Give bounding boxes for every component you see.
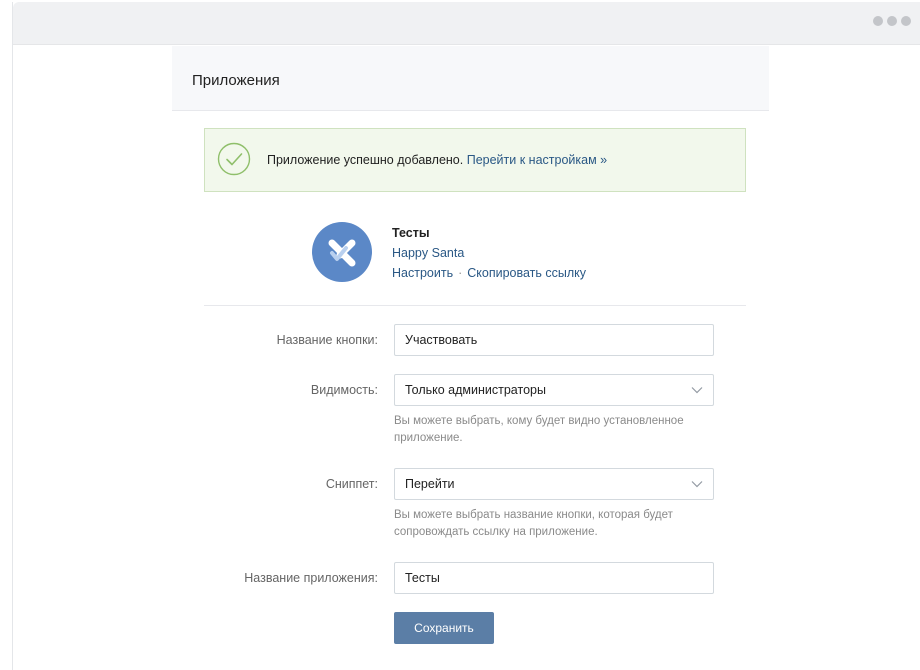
- window-titlebar: [13, 2, 920, 45]
- app-title: Тесты: [392, 226, 430, 240]
- button-name-input[interactable]: [394, 324, 714, 356]
- app-logo-icon: [312, 222, 372, 282]
- copy-link[interactable]: Скопировать ссылку: [467, 266, 586, 280]
- snippet-hint: Вы можете выбрать название кнопки, котор…: [394, 509, 673, 538]
- app-actions: Настроить · Скопировать ссылку: [392, 266, 586, 280]
- save-button[interactable]: Сохранить: [394, 612, 494, 644]
- link-separator: ·: [458, 266, 463, 280]
- dot: [887, 16, 897, 26]
- snippet-select[interactable]: Перейти: [394, 468, 714, 500]
- configure-link[interactable]: Настроить: [392, 266, 453, 280]
- alert-text: Приложение успешно добавлено.: [267, 153, 464, 167]
- chevron-down-icon: [691, 387, 703, 394]
- go-to-settings-link[interactable]: Перейти к настройкам »: [467, 153, 607, 167]
- check-circle-icon: [217, 142, 251, 176]
- visibility-select[interactable]: Только администраторы: [394, 374, 714, 406]
- app-card: Тесты Happy Santa Настроить · Скопировать …: [312, 222, 712, 288]
- more-dots-icon[interactable]: [873, 16, 911, 26]
- app-author-link[interactable]: Happy Santa: [392, 246, 464, 260]
- app-name-input[interactable]: [394, 562, 714, 594]
- snippet-value: Перейти: [405, 477, 455, 491]
- chevron-down-icon: [691, 481, 703, 488]
- visibility-label: Видимость:: [310, 383, 378, 397]
- visibility-value: Только администраторы: [405, 383, 546, 397]
- dot: [873, 16, 883, 26]
- dot: [901, 16, 911, 26]
- snippet-label: Сниппет:: [325, 477, 378, 491]
- page-header: Приложения: [172, 46, 769, 111]
- app-name-label: Название приложения:: [244, 571, 378, 585]
- divider: [204, 305, 746, 306]
- page-title: Приложения: [192, 72, 280, 89]
- alert-message: Приложение успешно добавлено. Перейти к …: [267, 153, 607, 167]
- button-name-label: Название кнопки:: [276, 333, 378, 347]
- visibility-hint: Вы можете выбрать, кому будет видно уста…: [394, 415, 684, 444]
- success-alert: Приложение успешно добавлено. Перейти к …: [204, 128, 746, 192]
- apps-page: Приложения Приложение успешно добавлено.…: [172, 46, 769, 666]
